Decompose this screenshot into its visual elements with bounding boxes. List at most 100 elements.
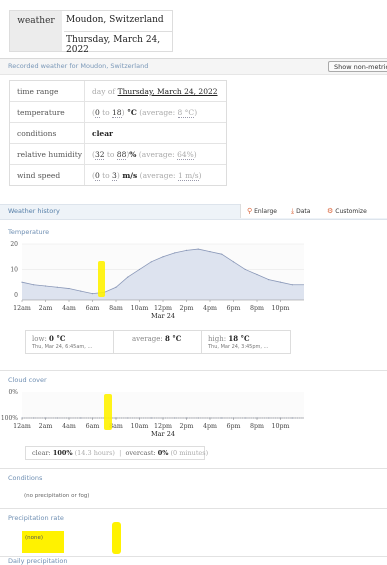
data-point bbox=[244, 268, 246, 271]
daily-precip-subtitle: Daily precipitation bbox=[8, 557, 68, 565]
x-tick-label: 4am bbox=[62, 305, 76, 312]
query-location: Moudon, Switzerland bbox=[66, 15, 164, 25]
data-point bbox=[33, 284, 35, 286]
plot-area bbox=[22, 392, 304, 418]
precip-rate-subtitle: Precipitation rate bbox=[8, 514, 64, 522]
x-tick-label: 6am bbox=[86, 423, 100, 430]
data-point bbox=[21, 281, 23, 283]
x-tick-label: 2pm bbox=[179, 305, 193, 312]
highlight-mark bbox=[104, 394, 112, 430]
cloud-cover-chart: 0%100%12am 2am 4am 6am 8am 10am 12pm 2pm 4pm 6pm 8… bbox=[1, 389, 304, 438]
temp-avg-stat: average: 8 °C bbox=[114, 331, 202, 353]
data-point bbox=[68, 287, 70, 290]
x-tick-label: 8am bbox=[109, 305, 123, 312]
highlight-mark bbox=[98, 261, 105, 297]
cloud-stats: clear: 100% (14.3 hours) | overcast: 0% … bbox=[25, 446, 208, 460]
divider bbox=[0, 370, 387, 371]
humidity-high-link[interactable]: 88 bbox=[116, 150, 127, 160]
x-tick-label: 8pm bbox=[250, 423, 264, 430]
y-tick-label: 0 bbox=[14, 292, 18, 299]
temp-high-value: 18 °C bbox=[228, 334, 250, 343]
date-link[interactable]: Thursday, March 24, 2022 bbox=[118, 87, 218, 96]
data-point bbox=[91, 293, 94, 295]
table-row: conditions clear bbox=[10, 123, 226, 144]
humidity-avg-link[interactable]: 64% bbox=[177, 150, 194, 160]
row-label-temperature: temperature bbox=[10, 102, 85, 122]
x-tick-label: 6pm bbox=[226, 423, 240, 430]
x-tick-label: 2am bbox=[39, 305, 53, 312]
query-date: Thursday, March 24, 2022 bbox=[66, 35, 161, 55]
temp-high-time: Thu, Mar 24, 3:45pm, ... bbox=[208, 344, 269, 350]
data-point bbox=[185, 249, 188, 251]
table-row: temperature (0 to 18) °C (average: 8 °C) bbox=[10, 102, 226, 123]
data-point bbox=[162, 256, 164, 258]
wind-avg-link[interactable]: 1 m/s bbox=[177, 171, 199, 181]
x-tick-label: 4am bbox=[62, 423, 76, 430]
x-axis-label: Mar 24 bbox=[151, 430, 175, 438]
x-tick-label: 12pm bbox=[154, 423, 172, 430]
temp-high-link[interactable]: 18 bbox=[112, 108, 122, 118]
history-toolbar: ⚲ Enlarge ⤓ Data ⚙ Customize bbox=[240, 204, 387, 218]
data-point bbox=[209, 251, 211, 253]
data-point bbox=[291, 284, 293, 286]
customize-button[interactable]: ⚙ Customize bbox=[327, 207, 367, 215]
x-tick-label: 12am bbox=[13, 423, 31, 430]
temperature-subtitle: Temperature bbox=[8, 228, 50, 236]
precip-rate-note: (none) bbox=[25, 535, 44, 541]
temperature-chart: 0 10 20 12am 2am 4am 6am 8am 10am 12pm 2pm 4pm 6pm 8p… bbox=[10, 241, 304, 320]
x-tick-label: 10am bbox=[131, 305, 149, 312]
table-row: relative humidity (32 to 88)% (average: … bbox=[10, 144, 226, 165]
row-label-time-range: time range bbox=[10, 81, 85, 101]
data-point bbox=[268, 279, 270, 281]
x-tick-label: 12pm bbox=[154, 305, 172, 312]
row-value-humidity: (32 to 88)% (average: 64%) bbox=[92, 150, 197, 160]
data-point bbox=[44, 285, 47, 287]
x-tick-label: 10am bbox=[131, 423, 149, 430]
row-label-wind: wind speed bbox=[10, 165, 85, 185]
temp-avg-value: 8 °C bbox=[165, 334, 182, 343]
row-label-conditions: conditions bbox=[10, 123, 85, 143]
temperature-stats: low: 0 °C Thu, Mar 24, 6:45am, ... avera… bbox=[25, 330, 291, 354]
y-tick-label: 20 bbox=[10, 241, 18, 248]
recorded-table: time range day of Thursday, March 24, 20… bbox=[9, 80, 227, 186]
highlight-mark bbox=[112, 522, 121, 554]
enlarge-button[interactable]: ⚲ Enlarge bbox=[247, 207, 277, 215]
data-point bbox=[256, 273, 258, 276]
x-tick-label: 10pm bbox=[271, 423, 289, 430]
cloud-cover-subtitle: Cloud cover bbox=[8, 376, 47, 384]
query-box: weather Moudon, Switzerland Thursday, Ma… bbox=[9, 10, 173, 55]
temp-low-time: Thu, Mar 24, 6:45am, ... bbox=[32, 344, 93, 350]
query-divider bbox=[64, 31, 172, 32]
x-tick-label: 6am bbox=[86, 305, 100, 312]
recorded-title: Recorded weather for Moudon, Switzerland bbox=[8, 62, 149, 70]
x-tick-label: 2am bbox=[39, 423, 53, 430]
data-button[interactable]: ⤓ Data bbox=[291, 207, 310, 216]
show-non-metric-button[interactable]: Show non-metric bbox=[328, 61, 387, 72]
conditions-subtitle: Conditions bbox=[8, 474, 43, 482]
row-value-conditions: clear bbox=[92, 129, 113, 138]
row-value-wind: (0 to 3) m/s (average: 1 m/s) bbox=[92, 171, 202, 181]
temp-low-value: 0 °C bbox=[49, 334, 66, 343]
row-value-temperature: (0 to 18) °C (average: 8 °C) bbox=[92, 108, 198, 118]
magnifier-icon: ⚲ bbox=[247, 207, 253, 215]
x-axis-label: Mar 24 bbox=[151, 312, 175, 320]
data-point bbox=[197, 248, 199, 250]
y-tick-label: 100% bbox=[1, 415, 18, 422]
x-tick-label: 8pm bbox=[250, 305, 264, 312]
query-key: weather bbox=[10, 11, 62, 51]
x-tick-label: 2pm bbox=[179, 423, 193, 430]
row-label-humidity: relative humidity bbox=[10, 144, 85, 164]
y-tick-label: 0% bbox=[8, 389, 18, 396]
x-tick-label: 10pm bbox=[271, 305, 289, 312]
data-point bbox=[279, 281, 282, 283]
temp-avg-link[interactable]: 8 °C bbox=[177, 108, 195, 118]
y-tick-label: 10 bbox=[10, 266, 18, 273]
row-value-time-range: day of Thursday, March 24, 2022 bbox=[92, 87, 218, 96]
data-point bbox=[138, 268, 141, 271]
table-row: time range day of Thursday, March 24, 20… bbox=[10, 81, 226, 102]
x-tick-label: 4pm bbox=[203, 305, 217, 312]
data-point bbox=[150, 261, 152, 263]
data-point bbox=[221, 253, 223, 255]
data-point bbox=[232, 261, 235, 263]
x-tick-label: 12am bbox=[13, 305, 31, 312]
